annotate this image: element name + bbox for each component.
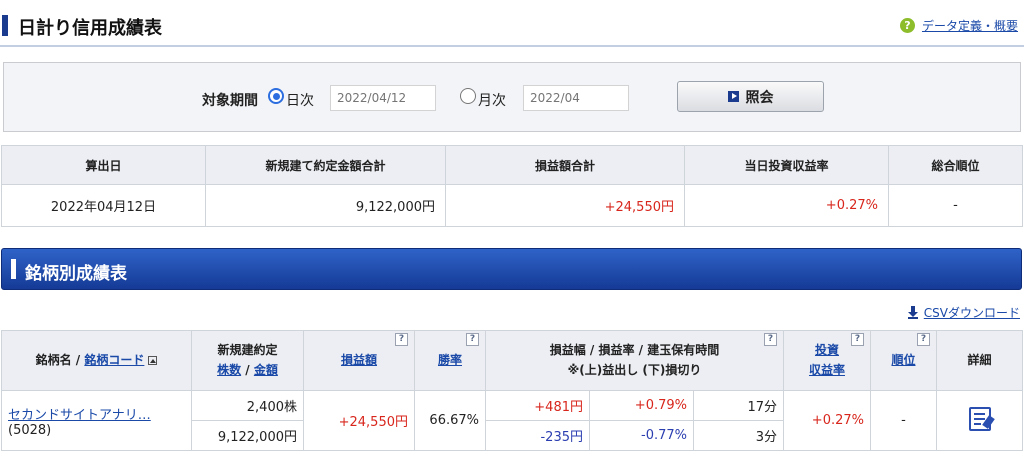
header-range-note: ※(上)益出し (下)損切り xyxy=(567,362,702,377)
help-icon[interactable]: ? xyxy=(395,333,408,346)
help-icon[interactable]: ? xyxy=(764,333,777,346)
summary-rank: - xyxy=(888,184,1023,227)
profit-amount: +481円 xyxy=(485,390,590,421)
stock-name-cell: セカンドサイトアナリ… (5028) xyxy=(1,390,192,451)
pnl-value: +24,550円 xyxy=(303,390,415,451)
detail-memo-icon[interactable] xyxy=(968,406,995,431)
summary-header-roi: 当日投資収益率 xyxy=(684,145,889,185)
monthly-radio[interactable] xyxy=(460,88,476,104)
summary-header-pnl: 損益額合計 xyxy=(445,145,685,185)
header-win-rate: ? 勝率 xyxy=(414,330,486,391)
help-link-group[interactable]: ? データ定義・概要 xyxy=(899,17,1018,34)
summary-roi: +0.27% xyxy=(684,184,889,227)
header-new-position: 新規建約定 株数 / 金額 xyxy=(191,330,304,391)
header-divider xyxy=(0,45,1024,47)
daily-radio-label[interactable]: 日次 xyxy=(286,90,314,110)
profit-hold-time: 17分 xyxy=(693,390,784,421)
sort-by-code-link[interactable]: 銘柄コード xyxy=(84,353,144,367)
profit-rate: +0.79% xyxy=(589,390,694,421)
header-name: 銘柄名 / 銘柄コード xyxy=(1,330,192,391)
period-label: 対象期間 xyxy=(202,93,258,109)
question-icon: ? xyxy=(899,18,915,33)
help-icon[interactable]: ? xyxy=(851,333,864,346)
table-row: セカンドサイトアナリ… (5028) 2,400株 +24,550円 66.67… xyxy=(1,390,1023,451)
header-new-label: 新規建約定 xyxy=(217,343,278,358)
page-title: 日計り信用成績表 xyxy=(18,18,162,39)
sort-by-amount-link[interactable]: 金額 xyxy=(254,363,278,377)
help-icon[interactable]: ? xyxy=(917,333,930,346)
title-accent-bar xyxy=(2,15,8,36)
sort-by-rank-link[interactable]: 順位 xyxy=(891,353,915,367)
summary-header-amount: 新規建て約定金額合計 xyxy=(205,145,446,185)
header-slash: / xyxy=(245,362,250,377)
header-range: ? 損益幅 / 損益率 / 建玉保有時間 ※(上)益出し (下)損切り xyxy=(485,330,784,391)
sort-ascending-icon[interactable] xyxy=(148,355,158,365)
sort-by-roi-link-2[interactable]: 収益率 xyxy=(809,363,845,377)
win-rate-value: 66.67% xyxy=(414,390,486,451)
daily-date-input[interactable] xyxy=(330,85,436,111)
header-pnl: ? 損益額 xyxy=(303,330,415,391)
play-icon xyxy=(727,91,739,102)
stock-code: (5028) xyxy=(8,422,52,438)
sort-by-shares-link[interactable]: 株数 xyxy=(217,363,241,377)
monthly-date-input[interactable] xyxy=(523,85,629,111)
sort-by-roi-link[interactable]: 投資 xyxy=(815,343,839,357)
submit-button[interactable]: 照会 xyxy=(677,81,824,112)
csv-download[interactable]: CSVダウンロード xyxy=(907,304,1020,321)
download-icon xyxy=(907,306,918,319)
rank-value: - xyxy=(870,390,937,451)
stock-name-link[interactable]: セカンドサイトアナリ… xyxy=(8,408,151,423)
summary-date: 2022年04月12日 xyxy=(1,184,206,227)
section-accent-bar xyxy=(11,259,16,279)
daily-radio[interactable] xyxy=(268,88,284,104)
header-name-label: 銘柄名 / xyxy=(35,352,81,367)
csv-download-link[interactable]: CSVダウンロード xyxy=(924,304,1020,321)
section-header: 銘柄別成績表 xyxy=(1,248,1022,290)
summary-table: 算出日 新規建て約定金額合計 損益額合計 当日投資収益率 総合順位 2022年0… xyxy=(1,145,1023,227)
help-icon[interactable]: ? xyxy=(466,333,479,346)
amount-value: 9,122,000円 xyxy=(191,420,304,451)
sort-by-win-rate-link[interactable]: 勝率 xyxy=(438,353,462,367)
sort-by-pnl-link[interactable]: 損益額 xyxy=(341,353,377,367)
loss-rate: -0.77% xyxy=(589,420,694,451)
data-definition-link[interactable]: データ定義・概要 xyxy=(922,17,1018,34)
header-rank: ? 順位 xyxy=(870,330,937,391)
submit-button-label: 照会 xyxy=(745,89,774,106)
summary-header-date: 算出日 xyxy=(1,145,206,185)
search-panel: 対象期間 日次 月次 照会 xyxy=(3,62,1021,132)
section-title: 銘柄別成績表 xyxy=(25,264,127,284)
stock-results-table: 銘柄名 / 銘柄コード 新規建約定 株数 / 金額 ? 損益額 ? 勝率 ? 損益幅… xyxy=(1,330,1023,451)
summary-header-rank: 総合順位 xyxy=(888,145,1023,185)
loss-amount: -235円 xyxy=(485,420,590,451)
summary-amount: 9,122,000円 xyxy=(205,184,446,227)
loss-hold-time: 3分 xyxy=(693,420,784,451)
summary-pnl: +24,550円 xyxy=(445,184,685,227)
header-roi: ? 投資 収益率 xyxy=(783,330,871,391)
roi-value: +0.27% xyxy=(783,390,871,451)
detail-cell xyxy=(936,390,1023,451)
header-detail: 詳細 xyxy=(936,330,1023,391)
header-range-label: 損益幅 / 損益率 / 建玉保有時間 xyxy=(549,343,720,358)
shares-value: 2,400株 xyxy=(191,390,304,421)
monthly-radio-label[interactable]: 月次 xyxy=(478,90,506,110)
page-header: 日計り信用成績表 ? データ定義・概要 xyxy=(0,9,1024,41)
